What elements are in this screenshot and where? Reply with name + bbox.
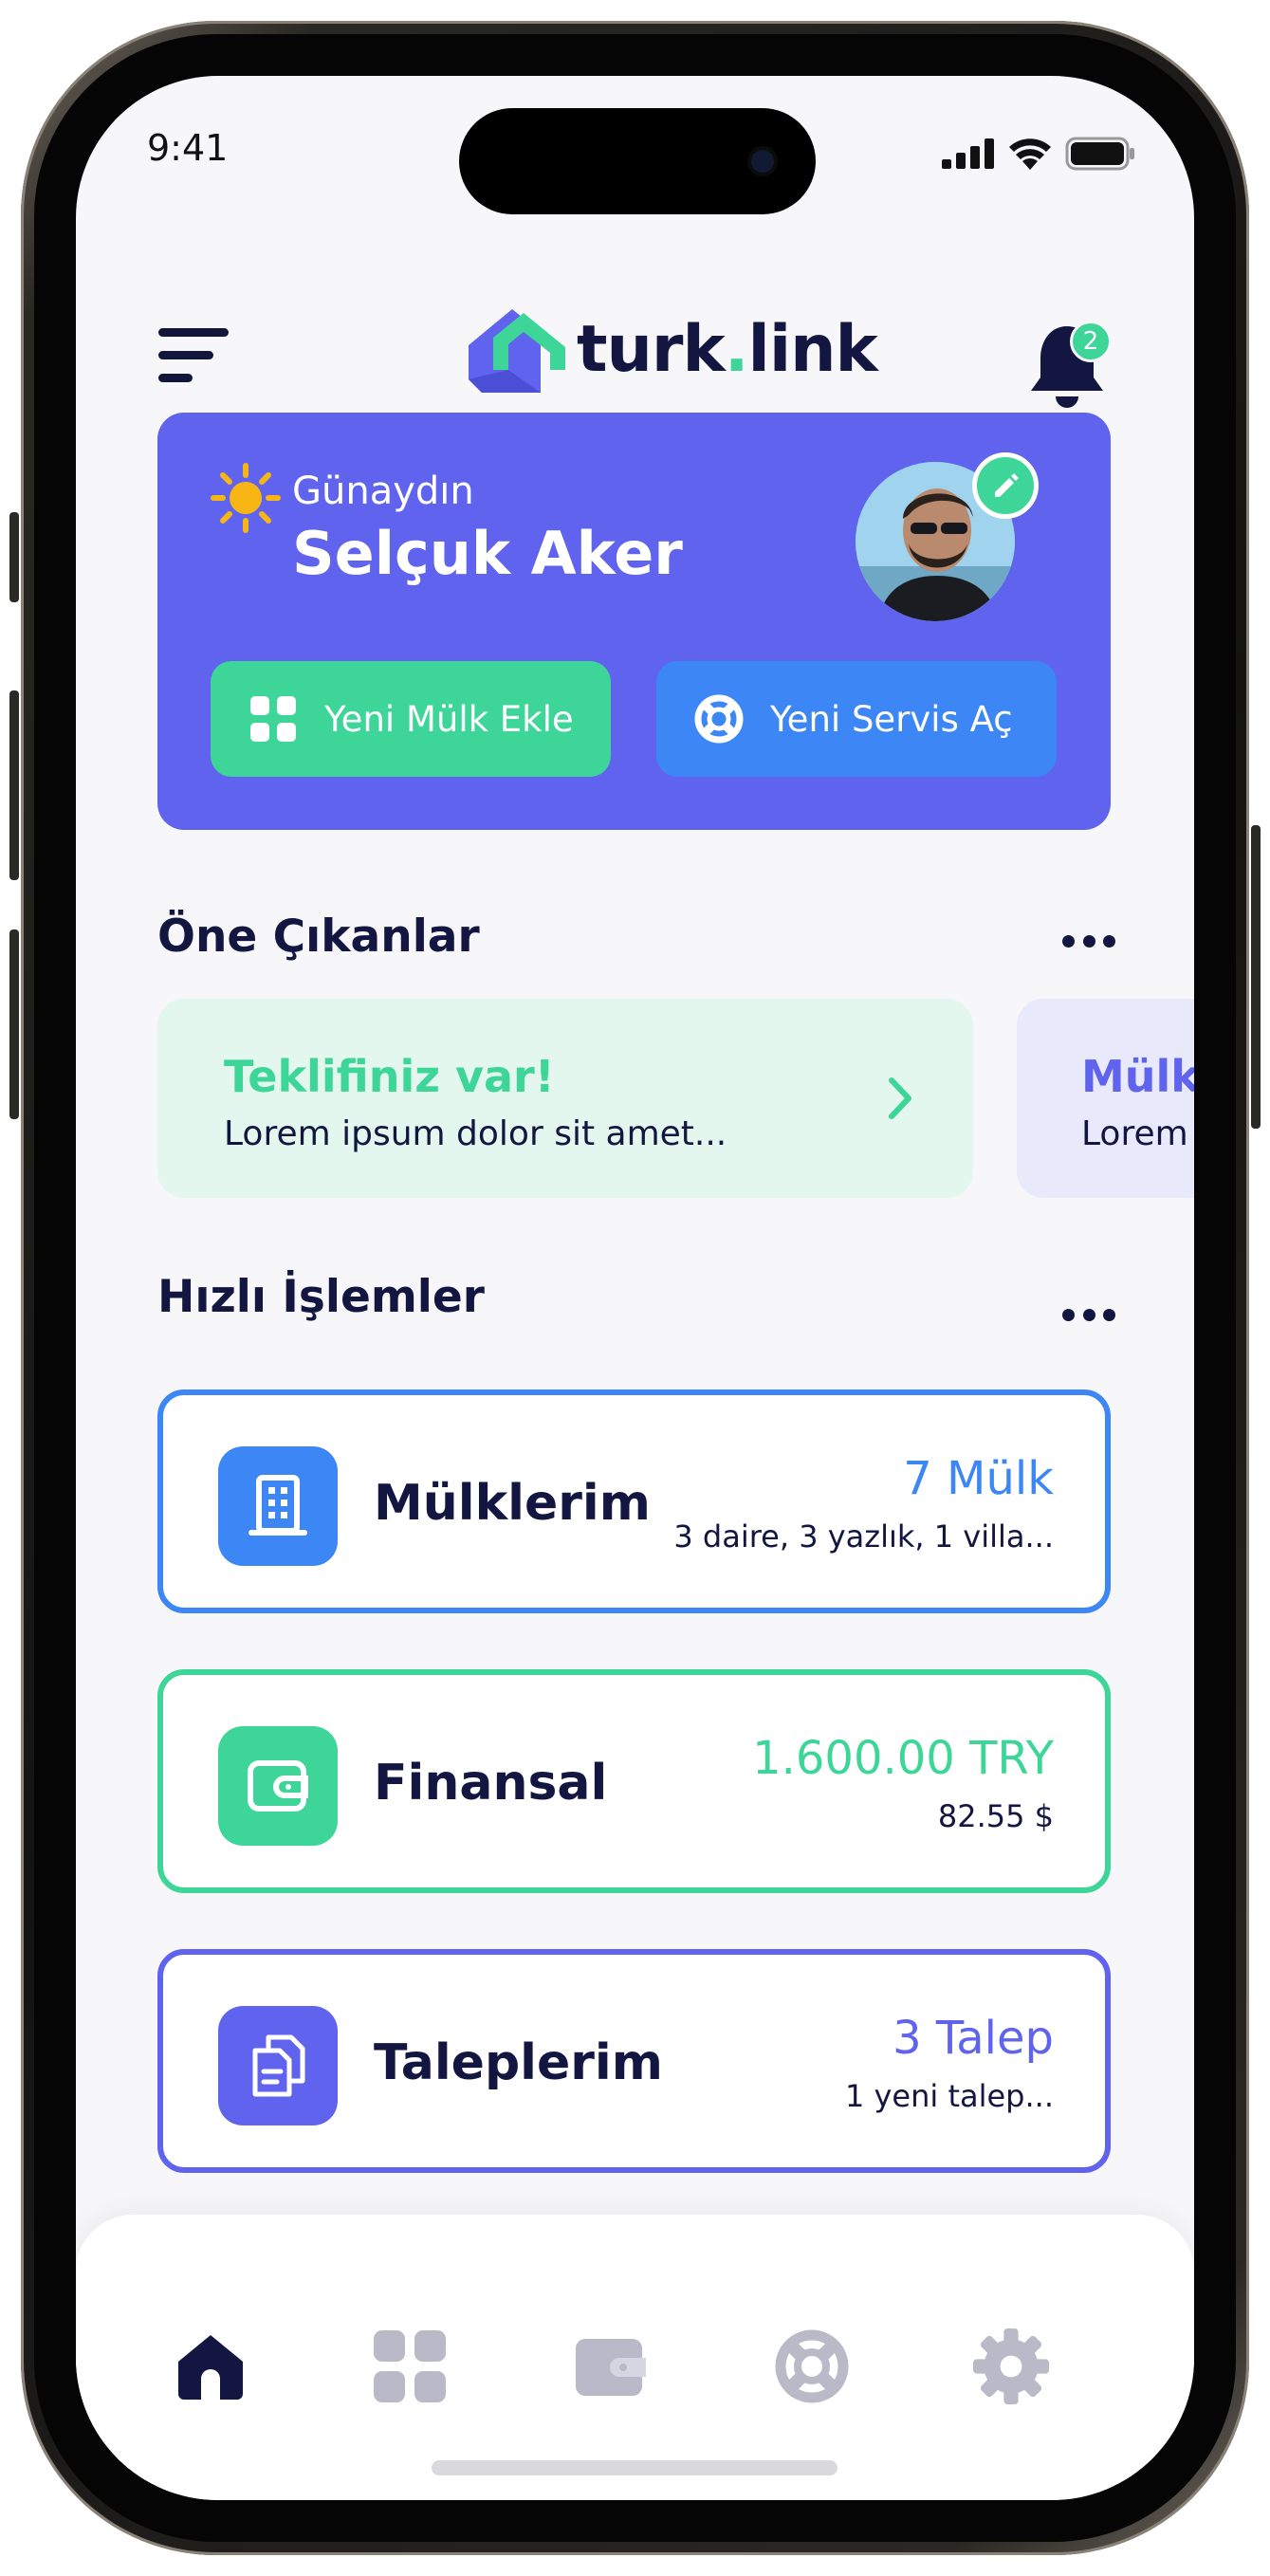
bottom-tab-bar <box>76 2215 1194 2500</box>
add-property-button[interactable]: Yeni Mülk Ekle <box>211 661 611 777</box>
hamburger-menu-icon[interactable] <box>158 328 232 385</box>
new-service-button[interactable]: Yeni Servis Aç <box>656 661 1057 777</box>
power-button <box>1251 825 1261 1129</box>
status-time: 9:41 <box>147 127 229 169</box>
cellular-signal-icon <box>942 138 994 169</box>
featured-card-title: Mülk <box>1081 1051 1194 1102</box>
notification-badge: 2 <box>1070 321 1112 362</box>
card-subtext: 3 daire, 3 yazlık, 1 villa... <box>673 1518 1054 1555</box>
greeting-card: Günaydın Selçuk Aker Yeni Mülk Ekle Yeni… <box>157 413 1111 830</box>
app-screen: 9:41 turk.link 2 Günaydın Selçuk Aker Ye… <box>76 76 1194 2500</box>
home-icon <box>178 2335 243 2400</box>
featured-card-offer[interactable]: Teklifiniz var! Lorem ipsum dolor sit am… <box>157 999 973 1198</box>
battery-icon <box>1065 137 1134 171</box>
my-requests-card[interactable]: Taleplerim 3 Talep 1 yeni talep... <box>157 1949 1111 2173</box>
featured-card-subtitle: Lorem ipsum dolor sit amet... <box>224 1114 727 1153</box>
card-subtext: 82.55 $ <box>937 1798 1054 1834</box>
wallet-icon <box>218 1726 338 1846</box>
building-icon <box>218 1446 338 1566</box>
greeting-text: Günaydın <box>292 469 474 513</box>
card-value: 7 Mülk <box>903 1452 1054 1505</box>
grid-icon <box>248 694 298 744</box>
wifi-icon <box>1009 138 1051 170</box>
sun-icon <box>211 463 281 533</box>
featured-card-property[interactable]: Mülk Lorem <box>1017 999 1194 1198</box>
card-subtext: 1 yeni talep... <box>844 2078 1054 2114</box>
user-name: Selçuk Aker <box>292 519 683 588</box>
chevron-right-icon <box>889 1077 911 1119</box>
gear-icon <box>973 2328 1049 2404</box>
financial-card[interactable]: Finansal 1.600.00 TRY 82.55 $ <box>157 1669 1111 1893</box>
add-property-label: Yeni Mülk Ekle <box>324 698 574 740</box>
tab-home[interactable] <box>173 2328 248 2404</box>
volume-down-button <box>9 929 19 1119</box>
quick-actions-section-title: Hızlı İşlemler <box>157 1271 485 1323</box>
tab-wallet[interactable] <box>573 2328 649 2404</box>
grid-icon <box>374 2330 446 2402</box>
card-value: 1.600.00 TRY <box>752 1732 1054 1785</box>
card-label: Mülklerim <box>374 1475 651 1532</box>
card-label: Finansal <box>374 1755 608 1812</box>
dynamic-island <box>459 108 816 214</box>
quick-actions-more-icon[interactable] <box>1062 1309 1115 1322</box>
brand-wordmark: turk.link <box>577 311 878 387</box>
featured-card-title: Teklifiniz var! <box>224 1051 555 1102</box>
brand-wordmark-turk: turk <box>577 311 726 387</box>
status-icons <box>942 135 1135 173</box>
tab-grid[interactable] <box>372 2328 448 2404</box>
app-header: turk.link 2 <box>76 237 1194 408</box>
house-logo-icon <box>469 309 565 393</box>
lifebuoy-icon <box>775 2329 849 2403</box>
silent-switch <box>9 512 19 602</box>
featured-section-title: Öne Çıkanlar <box>157 911 480 963</box>
brand-logo: turk.link <box>465 304 878 395</box>
documents-icon <box>218 2006 338 2125</box>
featured-more-icon[interactable] <box>1062 935 1115 948</box>
lifebuoy-icon <box>694 694 744 744</box>
wallet-icon <box>576 2339 646 2396</box>
card-label: Taleplerim <box>374 2034 663 2091</box>
home-indicator[interactable] <box>432 2460 837 2475</box>
camera-icon <box>747 146 778 176</box>
featured-card-subtitle: Lorem <box>1081 1114 1188 1153</box>
new-service-label: Yeni Servis Aç <box>770 698 1013 740</box>
pencil-icon <box>995 473 1019 497</box>
my-properties-card[interactable]: Mülklerim 7 Mülk 3 daire, 3 yazlık, 1 vi… <box>157 1389 1111 1613</box>
edit-profile-button[interactable] <box>972 452 1039 519</box>
brand-wordmark-dot: . <box>724 311 749 387</box>
volume-up-button <box>9 690 19 880</box>
tab-settings[interactable] <box>973 2328 1049 2404</box>
tab-support[interactable] <box>774 2328 850 2404</box>
card-value: 3 Talep <box>893 2012 1054 2065</box>
brand-wordmark-link: link <box>747 311 878 387</box>
